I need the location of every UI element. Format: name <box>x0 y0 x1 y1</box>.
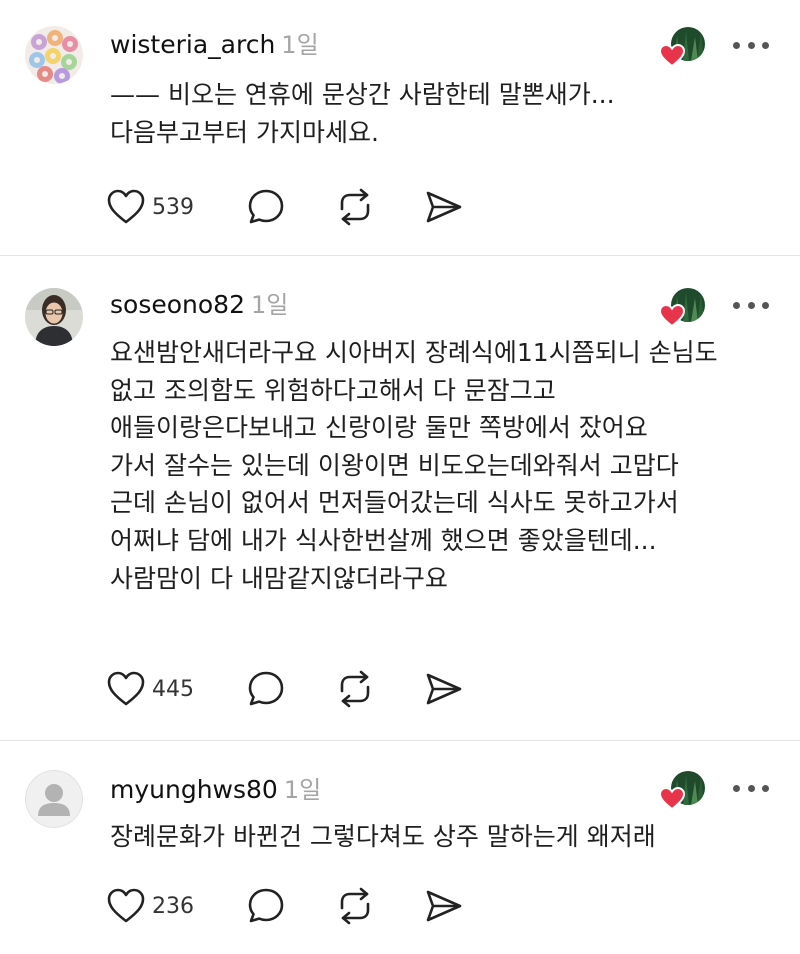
comment-line: —— 비오는 연휴에 문상간 사람한테 말뽄새가... <box>110 80 615 109</box>
comment-line: 가서 잘수는 있는데 이왕이면 비도오는데와줘서 고맙다 <box>110 450 679 480</box>
more-options-button[interactable] <box>733 40 769 50</box>
reply-button[interactable] <box>246 669 286 709</box>
more-options-button[interactable] <box>733 783 769 793</box>
repost-icon <box>340 670 370 708</box>
repost-button[interactable] <box>334 669 376 709</box>
repost-button[interactable] <box>334 886 376 926</box>
heart-icon <box>107 888 145 923</box>
more-dots-icon <box>733 41 740 49</box>
avatar[interactable] <box>25 288 83 346</box>
like-button[interactable]: 539 <box>106 187 194 227</box>
heart-icon <box>107 189 145 224</box>
username-link[interactable]: soseono82 <box>110 290 245 319</box>
comment-line: 다음부고부터 가지마세요. <box>110 117 379 147</box>
avatar[interactable] <box>25 770 83 828</box>
send-icon <box>426 890 462 922</box>
comment-line: 근데 손님이 없어서 먼저들어갔는데 식사도 못하고가서 <box>110 488 679 518</box>
avatar[interactable] <box>25 26 83 84</box>
action-bar: 445 <box>106 669 476 709</box>
timestamp: 1일 <box>250 291 289 319</box>
comment-text: 장례문화가 바뀐건 그렇다쳐도 상주 말하는게 왜저래 <box>110 818 656 856</box>
comment-line: 사람맘이 다 내맘같지않더라구요 <box>110 563 448 593</box>
comment-header: wisteria_arch 1일 <box>110 30 319 60</box>
action-bar: 539 <box>106 187 476 227</box>
heart-icon <box>107 671 145 706</box>
heart-badge-icon <box>659 304 685 328</box>
comment-line: 요샌밤안새더라구요 시아버지 장례식에11시쯤되니 손님도 <box>110 338 718 367</box>
username-link[interactable]: wisteria_arch <box>110 30 275 59</box>
share-button[interactable] <box>424 669 464 709</box>
repost-icon <box>340 188 370 226</box>
comment-header: soseono82 1일 <box>110 290 288 320</box>
comment-bubble-icon <box>248 189 284 224</box>
comment-header: myunghws80 1일 <box>110 775 321 805</box>
heart-badge-icon <box>659 787 685 811</box>
repost-button[interactable] <box>334 187 376 227</box>
comment-bubble-icon <box>248 671 284 706</box>
more-dots-icon <box>733 301 740 309</box>
reply-button[interactable] <box>246 886 286 926</box>
send-icon <box>426 673 462 705</box>
like-count: 445 <box>152 676 194 702</box>
comment-line: 애들이랑은다보내고 신랑이랑 둘만 쪽방에서 잤어요 <box>110 413 648 443</box>
divider <box>0 255 800 256</box>
like-count: 236 <box>152 893 194 919</box>
repost-icon <box>340 887 370 925</box>
comment-text: —— 비오는 연휴에 문상간 사람한테 말뽄새가... 다음부고부터 가지마세요… <box>110 76 615 151</box>
timestamp: 1일 <box>281 31 319 59</box>
like-button[interactable]: 445 <box>106 669 194 709</box>
comment-bubble-icon <box>248 888 284 923</box>
like-count: 539 <box>152 194 194 220</box>
share-button[interactable] <box>424 886 464 926</box>
divider <box>0 740 800 741</box>
username-link[interactable]: myunghws80 <box>110 775 278 804</box>
like-button[interactable]: 236 <box>106 886 194 926</box>
reply-button[interactable] <box>246 187 286 227</box>
comment-line: 장례문화가 바뀐건 그렇다쳐도 상주 말하는게 왜저래 <box>110 822 656 851</box>
comment-line: 어쩌냐 담에 내가 식사한번살께 했으면 좋았을텐데... <box>110 525 657 555</box>
comment-text: 요샌밤안새더라구요 시아버지 장례식에11시쯤되니 손님도 없고 조의함도 위험… <box>110 334 718 597</box>
more-options-button[interactable] <box>733 300 769 310</box>
action-bar: 236 <box>106 886 476 926</box>
share-button[interactable] <box>424 187 464 227</box>
send-icon <box>426 191 462 223</box>
heart-badge-icon <box>659 44 685 68</box>
timestamp: 1일 <box>283 776 322 804</box>
more-dots-icon <box>733 784 740 792</box>
comment-line: 없고 조의함도 위험하다고해서 다 문잠그고 <box>110 375 556 405</box>
